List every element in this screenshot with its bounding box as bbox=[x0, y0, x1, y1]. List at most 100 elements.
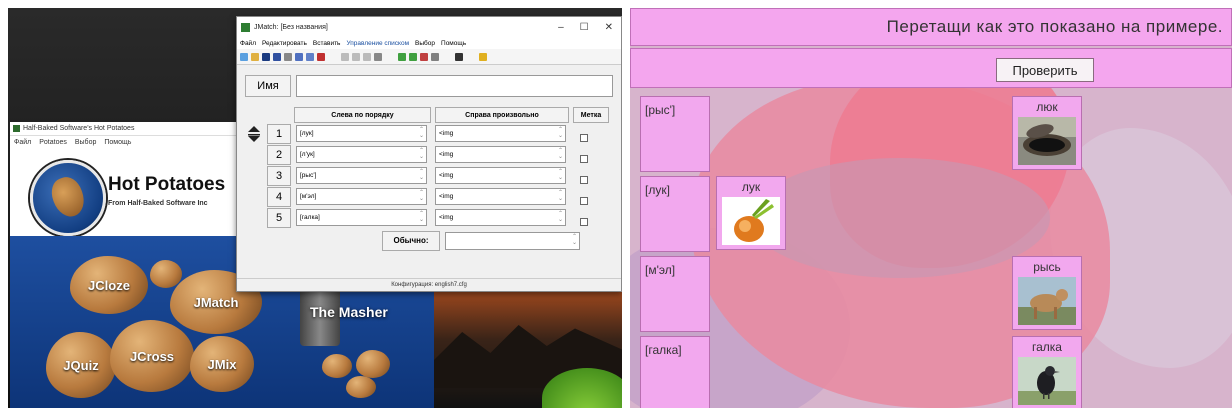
menu-insert[interactable]: Вставить bbox=[313, 40, 341, 47]
mark-checkbox[interactable] bbox=[580, 133, 588, 142]
left-item-input[interactable]: [л'ук] ⌃ ⌄ bbox=[296, 146, 427, 163]
right-column-header: Справа произвольно bbox=[435, 107, 569, 123]
right-item-text: <img bbox=[439, 214, 454, 221]
small-potato bbox=[346, 376, 376, 398]
jmatch-toolbar bbox=[237, 49, 621, 65]
menu-help[interactable]: Помощь bbox=[441, 40, 466, 47]
jmatch-app-icon bbox=[241, 22, 250, 32]
right-item-text: <img bbox=[439, 172, 454, 179]
menu-manage-list[interactable]: Управление списком bbox=[346, 40, 409, 47]
default-label: Обычно: bbox=[382, 230, 440, 251]
menu-potatoes[interactable]: Potatoes bbox=[39, 139, 67, 146]
jcross-potato[interactable]: JCross bbox=[110, 320, 194, 392]
save-icon[interactable] bbox=[262, 52, 270, 61]
cut-icon[interactable] bbox=[352, 52, 360, 61]
left-item-text: [л'ук] bbox=[300, 151, 315, 158]
default-input[interactable]: ⌃ ⌄ bbox=[445, 231, 580, 250]
menu-file[interactable]: Файл bbox=[14, 139, 31, 146]
right-item-input[interactable]: <img ⌃ ⌄ bbox=[435, 209, 566, 226]
menu-edit[interactable]: Редактировать bbox=[262, 40, 307, 47]
paste-icon[interactable] bbox=[374, 52, 382, 61]
left-item-text: [галка] bbox=[300, 214, 320, 221]
hot-potatoes-tagline: From Half-Baked Software Inc bbox=[108, 200, 208, 207]
right-item-input[interactable]: <img ⌃ ⌄ bbox=[435, 125, 566, 142]
onion-image bbox=[722, 197, 780, 245]
check-button[interactable]: Проверить bbox=[996, 58, 1094, 82]
spinner-icon[interactable]: ⌃ ⌄ bbox=[419, 211, 424, 223]
name-button[interactable]: Имя bbox=[245, 75, 291, 97]
drag-card[interactable]: люк bbox=[1012, 96, 1082, 170]
pair-row: 3 [рыс'] ⌃ ⌄ <img ⌃ ⌄ bbox=[245, 165, 613, 186]
jackdaw-image bbox=[1018, 357, 1076, 405]
undo-icon[interactable] bbox=[341, 52, 349, 61]
web-export-icon[interactable] bbox=[295, 52, 303, 61]
left-item-text: [рыс'] bbox=[300, 172, 317, 179]
spinner-icon[interactable]: ⌃ ⌄ bbox=[558, 190, 563, 202]
spinner-icon[interactable]: ⌃ ⌄ bbox=[419, 148, 424, 160]
new-icon[interactable] bbox=[240, 52, 248, 61]
tool-4-icon[interactable] bbox=[431, 52, 439, 61]
mark-checkbox[interactable] bbox=[580, 217, 588, 226]
drag-card[interactable]: галка bbox=[1012, 336, 1082, 408]
left-item-input[interactable]: [лук] ⌃ ⌄ bbox=[296, 125, 427, 142]
move-row-icon[interactable] bbox=[245, 124, 267, 144]
left-item-input[interactable]: [м'эл] ⌃ ⌄ bbox=[296, 188, 427, 205]
maximize-icon[interactable]: ☐ bbox=[580, 22, 589, 33]
spinner-icon[interactable]: ⌃ ⌄ bbox=[558, 169, 563, 181]
card-word: люк bbox=[1036, 100, 1058, 114]
spinner-icon[interactable]: ⌃ ⌄ bbox=[558, 211, 563, 223]
tool-5-icon[interactable] bbox=[455, 52, 463, 61]
web-export-2-icon[interactable] bbox=[306, 52, 314, 61]
jmatch-title: JMatch: [Без названия] bbox=[254, 23, 328, 31]
menu-options[interactable]: Выбор bbox=[75, 139, 97, 146]
tool-2-icon[interactable] bbox=[409, 52, 417, 61]
help-icon[interactable] bbox=[479, 52, 487, 61]
minimize-icon[interactable]: – bbox=[558, 22, 564, 33]
jmatch-titlebar: JMatch: [Без названия] – ☐ ✕ bbox=[237, 17, 621, 37]
spinner-icon[interactable]: ⌃ ⌄ bbox=[419, 190, 424, 202]
spinner-icon[interactable]: ⌃ ⌄ bbox=[558, 127, 563, 139]
lynx-image bbox=[1018, 277, 1076, 325]
right-item-text: <img bbox=[439, 193, 454, 200]
drag-card[interactable]: лук bbox=[716, 176, 786, 250]
row-number: 2 bbox=[267, 144, 291, 165]
mark-checkbox[interactable] bbox=[580, 175, 588, 184]
target-label: [лук] bbox=[640, 176, 710, 252]
mark-checkbox[interactable] bbox=[580, 196, 588, 205]
masher-label: The Masher bbox=[310, 304, 388, 320]
jcloze-potato[interactable]: JCloze bbox=[70, 256, 148, 314]
jmix-potato[interactable]: JMix bbox=[190, 336, 254, 392]
open-icon[interactable] bbox=[251, 52, 259, 61]
left-item-text: [лук] bbox=[300, 130, 314, 137]
mark-checkbox[interactable] bbox=[580, 154, 588, 163]
menu-options[interactable]: Выбор bbox=[415, 40, 435, 47]
right-item-input[interactable]: <img ⌃ ⌄ bbox=[435, 167, 566, 184]
spinner-icon[interactable]: ⌃ ⌄ bbox=[419, 169, 424, 181]
right-item-input[interactable]: <img ⌃ ⌄ bbox=[435, 188, 566, 205]
spinner-icon[interactable]: ⌃ ⌄ bbox=[558, 148, 563, 160]
drag-card[interactable]: рысь bbox=[1012, 256, 1082, 330]
left-item-input[interactable]: [рыс'] ⌃ ⌄ bbox=[296, 167, 427, 184]
mark-column-header: Метка bbox=[573, 107, 609, 123]
left-item-input[interactable]: [галка] ⌃ ⌄ bbox=[296, 209, 427, 226]
menu-file[interactable]: Файл bbox=[240, 40, 256, 47]
row-number: 3 bbox=[267, 165, 291, 186]
spinner-icon[interactable]: ⌃ ⌄ bbox=[419, 127, 424, 139]
jquiz-potato[interactable]: JQuiz bbox=[46, 332, 116, 398]
hot-potato-export-icon[interactable] bbox=[317, 52, 325, 61]
instruction-text: Перетащи как это показано на примере. bbox=[886, 17, 1223, 36]
pair-rows: 1 [лук] ⌃ ⌄ <img ⌃ ⌄ 2 [л'ук] ⌃ ⌄ <img ⌃ ⌄ 3 [рыс'] ⌃ ⌄ <i… bbox=[245, 123, 613, 228]
menu-help[interactable]: Помощь bbox=[104, 139, 131, 146]
small-potato bbox=[150, 260, 182, 288]
right-item-input[interactable]: <img ⌃ ⌄ bbox=[435, 146, 566, 163]
app-icon bbox=[13, 125, 20, 132]
tool-icon[interactable] bbox=[398, 52, 406, 61]
row-number: 4 bbox=[267, 186, 291, 207]
tool-3-icon[interactable] bbox=[420, 52, 428, 61]
view-icon[interactable] bbox=[284, 52, 292, 61]
name-input[interactable] bbox=[296, 75, 613, 97]
save-as-icon[interactable] bbox=[273, 52, 281, 61]
hot-potatoes-logo bbox=[30, 160, 106, 236]
close-icon[interactable]: ✕ bbox=[605, 22, 613, 33]
copy-icon[interactable] bbox=[363, 52, 371, 61]
